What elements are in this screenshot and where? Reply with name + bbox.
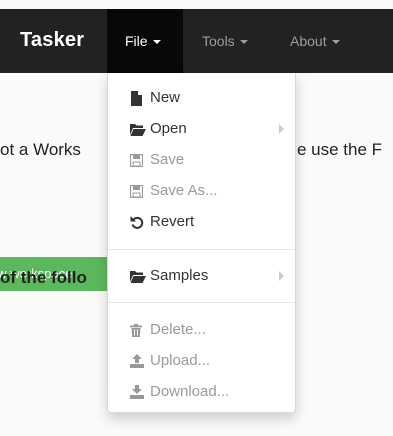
menu-divider (108, 302, 295, 303)
menu-item-save-as[interactable]: Save As... (130, 178, 218, 204)
floppy-disk-icon (130, 153, 146, 167)
menu-item-download[interactable]: Download... (130, 379, 229, 405)
nav-menu-about[interactable]: About (290, 9, 340, 73)
menu-item-upload[interactable]: Upload... (130, 348, 210, 374)
menu-item-label: Open (150, 120, 187, 137)
caret-down-icon (331, 40, 340, 45)
menu-item-label: New (150, 89, 181, 106)
chevron-right-icon (279, 271, 284, 281)
app-brand[interactable]: Tasker (20, 29, 84, 52)
menu-item-label: Download... (150, 383, 230, 400)
file-icon (130, 90, 146, 106)
folder-open-icon (130, 123, 146, 136)
menu-item-open[interactable]: Open (130, 116, 187, 142)
download-icon (130, 385, 146, 400)
page-text-line: of the follo (0, 268, 87, 287)
menu-item-save[interactable]: Save (130, 147, 184, 173)
top-navbar: Tasker File Tools About (0, 9, 393, 73)
nav-menu-file[interactable]: File (107, 9, 183, 73)
menu-item-new[interactable]: New (130, 85, 180, 111)
menu-item-label: Upload... (150, 352, 211, 369)
menu-item-revert[interactable]: Revert (130, 209, 194, 235)
upload-icon (130, 354, 146, 369)
chevron-right-icon (279, 124, 284, 134)
nav-menu-about-label: About (290, 33, 327, 49)
menu-item-label: Save As... (150, 182, 218, 199)
caret-down-icon (239, 40, 248, 45)
menu-item-label: Save (150, 151, 185, 168)
app-window: ot a Works e use the F ew workspace of t… (0, 0, 393, 436)
page-text-line: ot a Works (0, 140, 81, 159)
menu-item-label: Samples (150, 267, 209, 284)
nav-menu-tools[interactable]: Tools (202, 9, 248, 73)
menu-item-delete[interactable]: Delete... (130, 317, 206, 343)
menu-item-label: Revert (150, 213, 195, 230)
floppy-disk-icon (130, 184, 146, 198)
folder-open-icon (130, 270, 146, 283)
nav-menu-file-label: File (125, 33, 148, 49)
caret-down-icon (152, 40, 161, 45)
trash-icon (130, 323, 146, 337)
undo-icon (130, 215, 146, 229)
menu-item-label: Delete... (150, 321, 206, 338)
file-dropdown-menu: New Open Save Save As... Revert Samples … (107, 73, 296, 413)
menu-item-samples[interactable]: Samples (130, 263, 208, 289)
page-text-line: e use the F (297, 140, 383, 159)
menu-divider (108, 249, 295, 250)
nav-menu-tools-label: Tools (202, 33, 235, 49)
